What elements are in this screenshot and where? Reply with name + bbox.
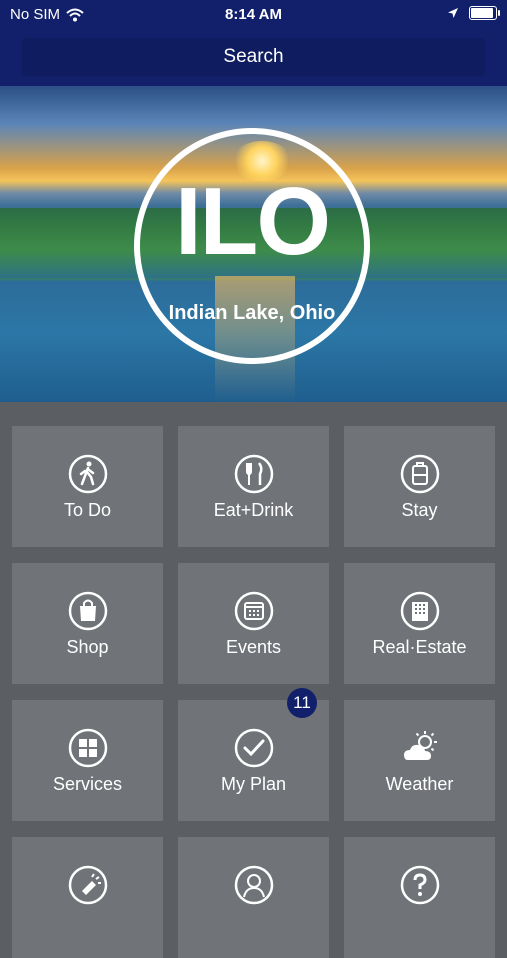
logo-text: ILO: [175, 168, 331, 275]
logo-subtitle: Indian Lake, Ohio: [168, 302, 336, 324]
walking-person-icon: [68, 454, 107, 494]
fork-knife-icon: [234, 454, 273, 494]
luggage-icon: [400, 454, 439, 494]
tile-events[interactable]: Events: [178, 563, 329, 684]
tile-my-plan[interactable]: My Plan 11: [178, 688, 329, 821]
tile-stay[interactable]: Stay: [344, 426, 495, 547]
status-bar: No SIM 8:14 AM: [0, 0, 507, 30]
person-icon: [234, 865, 273, 905]
status-right: [447, 6, 500, 20]
tile-label: Real·Estate: [372, 637, 467, 657]
tile-label: To Do: [63, 500, 112, 520]
calendar-icon: [234, 591, 273, 631]
search-bar: Search: [0, 30, 507, 86]
building-icon: [400, 591, 439, 631]
tile-services[interactable]: Services: [12, 700, 163, 821]
search-label: Search: [223, 46, 284, 67]
ilo-logo: ILO Indian Lake, Ohio: [134, 128, 370, 364]
tile-label: Events: [225, 637, 282, 657]
flashlight-icon: [68, 865, 107, 905]
location-arrow-icon: [448, 8, 458, 18]
menu-grid: To Do Eat+Drink Stay Shop Events Real·Es…: [12, 426, 495, 958]
search-button[interactable]: Search: [22, 38, 485, 76]
tile-label: Shop: [66, 637, 109, 657]
question-icon: [400, 865, 439, 905]
tile-label: Weather: [385, 774, 454, 794]
tile-real-estate[interactable]: Real·Estate: [344, 563, 495, 684]
weather-icon: [403, 731, 437, 760]
tile-profile[interactable]: [178, 837, 329, 958]
clock: 8:14 AM: [225, 6, 282, 23]
tile-label: Services: [52, 774, 123, 794]
battery-icon: [469, 6, 500, 20]
tile-label: My Plan: [220, 774, 287, 794]
tile-weather[interactable]: Weather: [344, 700, 495, 821]
hero-banner: ILO Indian Lake, Ohio: [0, 86, 507, 402]
tile-label: Stay: [401, 500, 438, 520]
tile-flashlight[interactable]: [12, 837, 163, 958]
shopping-bag-icon: [68, 591, 107, 631]
tile-help[interactable]: [344, 837, 495, 958]
tile-to-do[interactable]: To Do: [12, 426, 163, 547]
tile-label: Eat+Drink: [213, 500, 294, 520]
plan-count-badge: 11: [287, 688, 317, 718]
services-icon: [68, 728, 107, 768]
checkmark-icon: [234, 728, 273, 768]
tile-eat-drink[interactable]: Eat+Drink: [178, 426, 329, 547]
tile-shop[interactable]: Shop: [12, 563, 163, 684]
